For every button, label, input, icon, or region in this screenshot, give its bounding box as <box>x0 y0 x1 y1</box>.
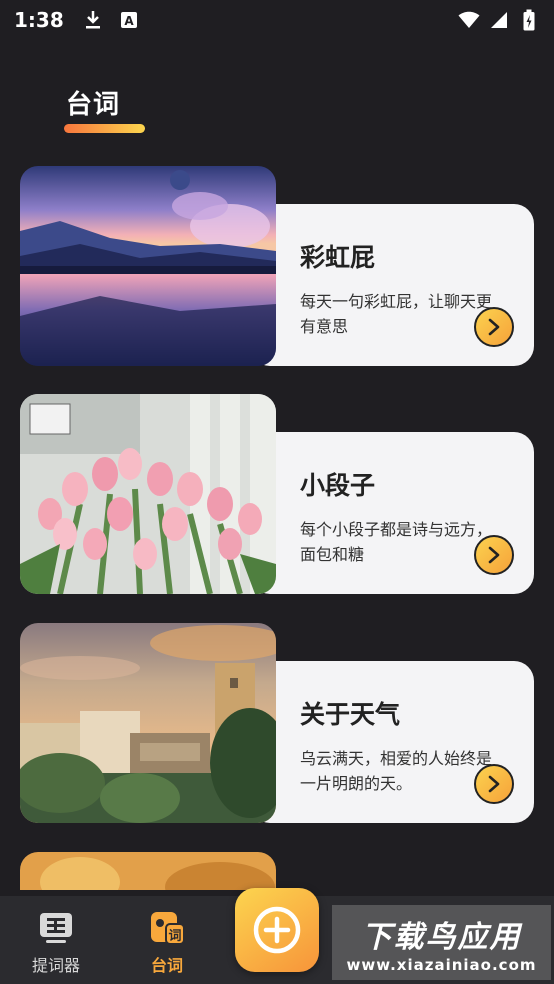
chevron-right-icon <box>488 546 500 564</box>
tab-label: 台词 <box>150 956 183 975</box>
chevron-right-icon <box>488 775 500 793</box>
card-image-partial[interactable] <box>20 852 276 890</box>
tab-lines[interactable]: 词 台词 <box>127 910 207 976</box>
add-button[interactable] <box>235 888 319 972</box>
card-about-weather[interactable]: 关于天气 乌云满天，相爱的人始终是一片明朗的天。 <box>20 623 534 823</box>
card-desc: 乌云满天，相爱的人始终是一片明朗的天。 <box>300 749 493 793</box>
card-desc: 每天一句彩虹屁，让聊天更有意思 <box>300 292 493 336</box>
card-short-jokes[interactable]: 小段子 每个小段子都是诗与远方，面包和糖 <box>20 394 534 594</box>
card-title: 关于天气 <box>300 700 401 729</box>
teleprompter-icon <box>40 913 72 943</box>
card-arrow-button[interactable] <box>474 535 514 575</box>
card-rainbow-fart[interactable]: 彩虹屁 每天一句彩虹屁，让聊天更有意思 <box>20 166 534 366</box>
lines-icon: 词 <box>151 912 185 945</box>
tab-label: 提词器 <box>31 956 80 975</box>
card-arrow-button[interactable] <box>474 307 514 347</box>
card-title: 小段子 <box>300 471 376 500</box>
card-image-city-sunset <box>20 623 276 823</box>
watermark-main: 下载鸟应用 <box>361 919 522 955</box>
card-desc: 每个小段子都是诗与远方，面包和糖 <box>300 520 493 564</box>
tab-teleprompter[interactable]: 提词器 <box>16 910 96 976</box>
card-image-pink-tulips <box>20 394 276 594</box>
watermark-sub: www.xiazainiao.com <box>346 955 537 974</box>
svg-text:词: 词 <box>168 929 181 944</box>
card-arrow-button[interactable] <box>474 764 514 804</box>
chevron-right-icon <box>488 318 500 336</box>
card-image-sunset-lake <box>20 166 276 366</box>
plus-circle-icon <box>253 906 301 954</box>
card-title: 彩虹屁 <box>300 243 376 272</box>
watermark: 下载鸟应用 www.xiazainiao.com <box>332 905 551 980</box>
card-list: 彩虹屁 每天一句彩虹屁，让聊天更有意思 小段子 每个小段子都是诗与远方，面包和糖… <box>0 0 554 890</box>
